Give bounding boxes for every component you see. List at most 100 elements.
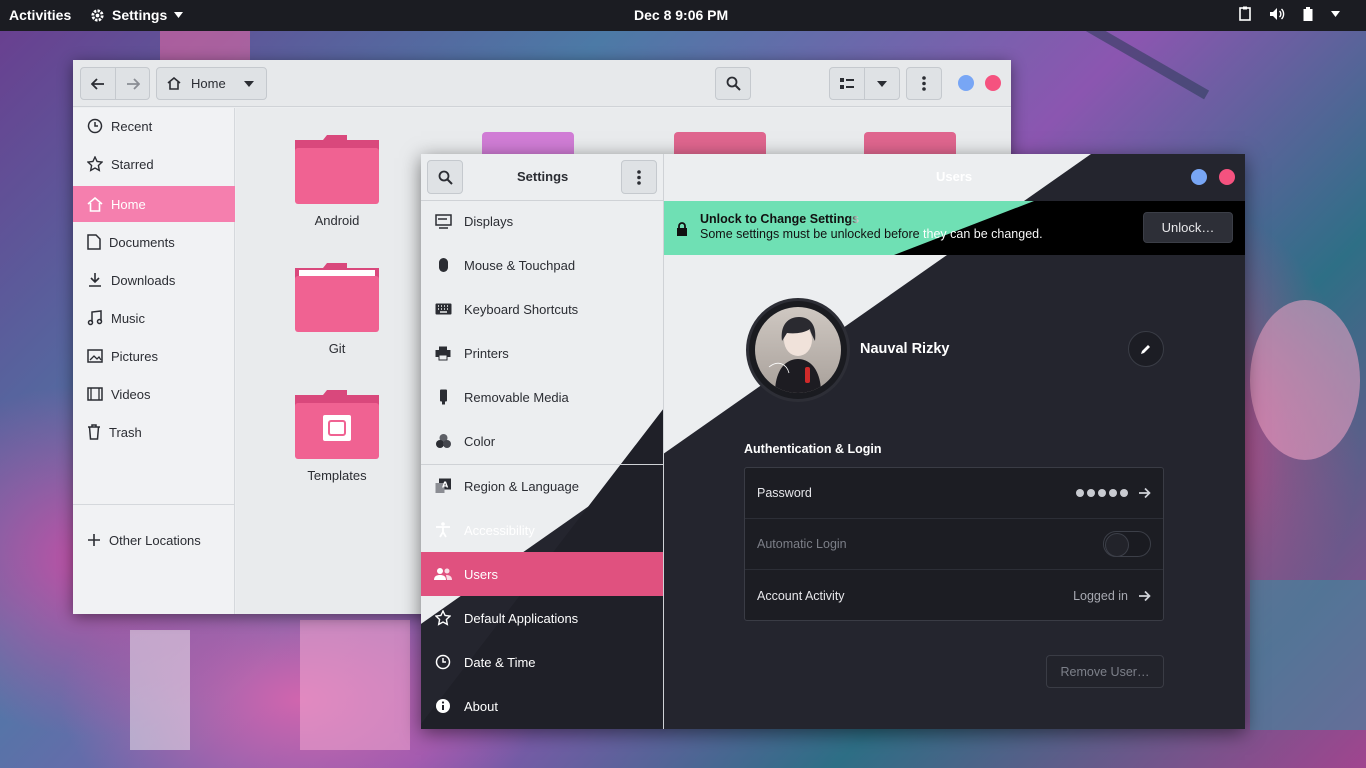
nav-item-label: Default Applications [464, 610, 579, 626]
folder-icon [295, 135, 379, 204]
nav-item-mouse[interactable]: Mouse & Touchpad [421, 243, 663, 287]
wallpaper-sign [1250, 300, 1360, 460]
sidebar-item-videos[interactable]: Videos [73, 376, 235, 412]
settings-search-button[interactable] [427, 160, 463, 194]
folder-item-partial[interactable] [482, 132, 574, 156]
settings-title: Settings [517, 169, 569, 184]
nav-item-removable-media[interactable]: Removable Media [421, 375, 663, 419]
nav-item-label: Printers [464, 345, 509, 361]
account-activity-value: Logged in [1073, 588, 1128, 603]
nav-item-printers[interactable]: Printers [421, 331, 663, 375]
sidebar-item-label: Pictures [111, 348, 158, 364]
nav-item-about[interactable]: About [421, 684, 663, 728]
wallpaper-sign [1250, 580, 1366, 730]
files-menu-button[interactable] [906, 67, 942, 100]
automatic-login-toggle[interactable] [1103, 531, 1151, 557]
unlock-button[interactable]: Unlock… [1143, 212, 1233, 243]
sidebar-item-starred[interactable]: Starred [73, 146, 235, 182]
sidebar-item-downloads[interactable]: Downloads [73, 262, 235, 298]
list-view-icon [840, 78, 854, 89]
display-icon [434, 213, 452, 229]
remove-user-button[interactable]: Remove User… [1046, 655, 1164, 688]
nav-item-region-language[interactable]: A Region & Language [421, 464, 663, 508]
banner-subtitle: Some settings must be unlocked before th… [700, 227, 1043, 241]
video-icon [87, 387, 103, 401]
automatic-login-row: Automatic Login [745, 519, 1163, 570]
clock[interactable]: Dec 8 9:06 PM [634, 7, 728, 23]
arrow-left-icon [91, 77, 104, 90]
language-icon: A [435, 478, 451, 493]
sidebar-item-documents[interactable]: Documents [73, 224, 235, 260]
folder-item[interactable]: Git [291, 260, 383, 356]
search-icon [438, 170, 453, 185]
arrow-right-icon [1139, 590, 1151, 601]
nav-item-label: Keyboard Shortcuts [464, 301, 579, 317]
close-button[interactable] [1219, 169, 1235, 185]
wallpaper-sign [300, 620, 410, 750]
lock-icon [677, 222, 687, 236]
activities-button[interactable]: Activities [9, 7, 71, 23]
banner-title: Unlock to Change Settings [700, 212, 860, 226]
document-icon [87, 234, 101, 250]
nav-item-accessibility[interactable]: Accessibility [421, 508, 663, 552]
nav-item-label: About [464, 698, 498, 714]
folder-item-partial[interactable] [674, 132, 766, 156]
folder-icon [295, 263, 379, 332]
forward-button[interactable] [115, 67, 150, 100]
folder-item[interactable]: Android [291, 132, 383, 228]
folder-item-partial[interactable] [864, 132, 956, 156]
users-icon [434, 568, 452, 580]
app-menu[interactable]: Settings [90, 7, 184, 23]
sidebar-item-trash[interactable]: Trash [73, 414, 235, 450]
minimize-button[interactable] [958, 75, 974, 91]
sidebar-item-music[interactable]: Music [73, 300, 235, 336]
printer-icon [435, 346, 451, 360]
folder-label: Android [314, 213, 360, 228]
sidebar-item-label: Trash [109, 424, 142, 440]
volume-icon [1270, 7, 1285, 20]
keyboard-icon [435, 303, 451, 315]
view-options-button[interactable] [864, 67, 900, 100]
search-icon [726, 76, 741, 91]
avatar[interactable] [746, 298, 850, 402]
password-dots [1076, 489, 1128, 497]
user-name[interactable]: Nauval Rizky [860, 341, 949, 357]
minimize-button[interactable] [1191, 169, 1207, 185]
sidebar-item-pictures[interactable]: Pictures [73, 338, 235, 374]
account-activity-label: Account Activity [757, 588, 845, 603]
sidebar-item-recent[interactable]: Recent [73, 108, 235, 144]
nav-item-default-applications[interactable]: Default Applications [421, 596, 663, 640]
nav-item-users[interactable]: Users [421, 552, 663, 596]
nav-item-displays[interactable]: Displays [421, 199, 663, 243]
battery-icon [1303, 6, 1313, 21]
search-button[interactable] [715, 67, 751, 100]
app-menu-label: Settings [112, 7, 168, 23]
system-tray[interactable] [1239, 6, 1340, 21]
account-activity-row[interactable]: Account Activity Logged in [745, 570, 1163, 621]
picture-icon [87, 349, 103, 363]
nav-item-keyboard[interactable]: Keyboard Shortcuts [421, 287, 663, 331]
sidebar-item-home[interactable]: Home [73, 186, 235, 222]
sidebar-item-other-locations[interactable]: Other Locations [73, 522, 235, 558]
music-icon [87, 310, 103, 326]
star-icon [87, 156, 103, 172]
download-icon [89, 273, 101, 287]
nav-item-label: Mouse & Touchpad [464, 257, 576, 273]
password-row[interactable]: Password [745, 468, 1163, 519]
nav-item-color[interactable]: Color [421, 419, 663, 463]
path-bar-home[interactable]: Home [156, 67, 267, 100]
close-button[interactable] [985, 75, 1001, 91]
automatic-login-label: Automatic Login [757, 537, 847, 551]
avatar-image [755, 307, 841, 393]
edit-name-button[interactable] [1128, 331, 1164, 367]
settings-menu-button[interactable] [621, 160, 657, 194]
top-bar: Activities Settings Dec 8 9:06 PM [0, 0, 1366, 31]
nav-item-label: Region & Language [464, 478, 579, 494]
files-sidebar: Recent Starred Home Documents Downloads … [73, 108, 235, 614]
sidebar-item-label: Recent [111, 118, 153, 134]
folder-item[interactable]: Templates [291, 387, 383, 483]
back-button[interactable] [80, 67, 116, 100]
view-toggle-button[interactable] [829, 67, 865, 100]
nav-item-date-time[interactable]: Date & Time [421, 640, 663, 684]
sidebar-item-label: Music [111, 310, 145, 326]
